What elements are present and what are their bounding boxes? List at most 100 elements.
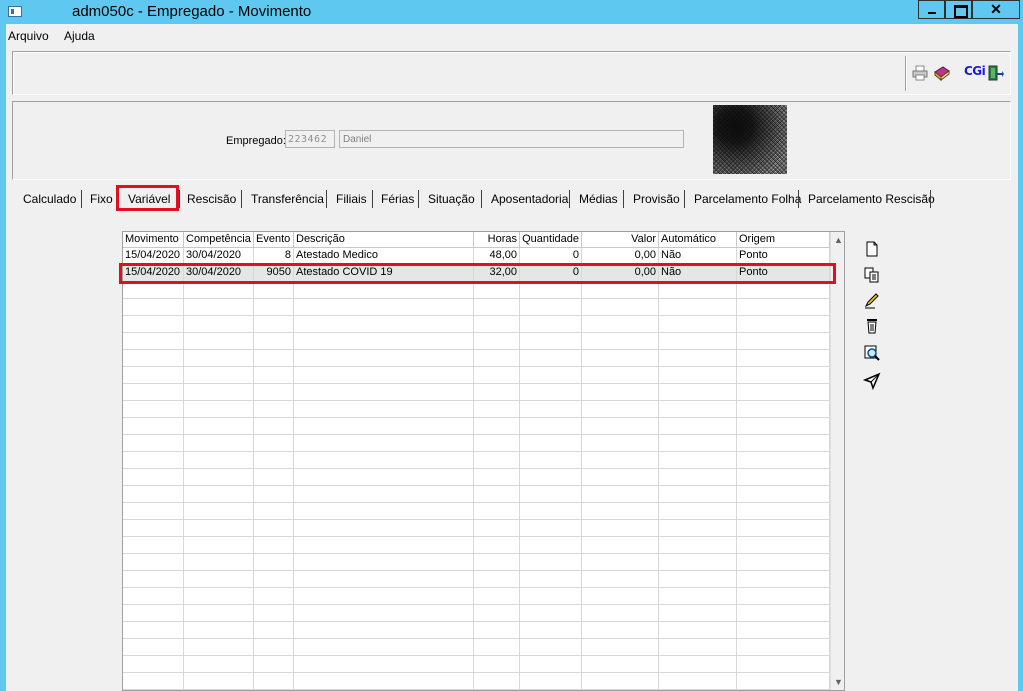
empty-cell: [737, 520, 830, 537]
employee-name-field[interactable]: Daniel: [339, 130, 684, 148]
empty-cell: [520, 401, 582, 418]
tab-filiais[interactable]: Filiais: [336, 190, 367, 208]
empty-cell: [474, 384, 520, 401]
new-document-icon[interactable]: [863, 240, 881, 258]
movement-grid[interactable]: Movimento Competência Evento Descrição H…: [122, 231, 845, 691]
empty-cell: [520, 452, 582, 469]
employee-code-field[interactable]: 223462: [285, 130, 335, 148]
column-header-movimento[interactable]: Movimento: [123, 232, 184, 248]
scroll-up-arrow-icon[interactable]: ▲: [831, 232, 844, 248]
empty-cell: [474, 486, 520, 503]
column-header-quantidade[interactable]: Quantidade: [520, 232, 582, 248]
empty-cell: [582, 299, 659, 316]
column-header-competencia[interactable]: Competência: [184, 232, 254, 248]
close-button[interactable]: ✕: [972, 0, 1020, 19]
book-icon[interactable]: [933, 64, 951, 82]
grid-header: Movimento Competência Evento Descrição H…: [123, 232, 830, 248]
empty-cell: [184, 316, 254, 333]
delete-trash-icon[interactable]: [863, 317, 881, 335]
exit-door-icon[interactable]: [986, 64, 1004, 82]
empty-table-row: [123, 656, 830, 673]
tab-separator: [418, 190, 419, 208]
empty-cell: [254, 469, 294, 486]
empty-cell: [184, 520, 254, 537]
printer-icon[interactable]: [911, 64, 929, 82]
empty-table-row: [123, 588, 830, 605]
empty-cell: [184, 554, 254, 571]
empty-cell: [254, 350, 294, 367]
empty-cell: [582, 554, 659, 571]
employee-panel: Empregado: 223462 Daniel: [12, 101, 1011, 180]
empty-cell: [737, 418, 830, 435]
tab-rescisao[interactable]: Rescisão: [187, 190, 236, 208]
tab-aposentadoria[interactable]: Aposentadoria: [491, 190, 568, 208]
empty-cell: [659, 384, 737, 401]
empty-cell: [123, 316, 184, 333]
tab-separator: [81, 190, 82, 208]
empty-cell: [254, 486, 294, 503]
column-header-valor[interactable]: Valor: [582, 232, 659, 248]
tab-fixo[interactable]: Fixo: [90, 190, 113, 208]
tab-parcelamento-folha[interactable]: Parcelamento Folha: [694, 190, 801, 208]
tab-calculado[interactable]: Calculado: [23, 190, 76, 208]
window-title: adm050c - Empregado - Movimento: [72, 3, 312, 20]
tab-situacao[interactable]: Situação: [428, 190, 475, 208]
tab-separator: [241, 190, 242, 208]
empty-cell: [582, 418, 659, 435]
empty-cell: [582, 486, 659, 503]
app-window-icon[interactable]: [8, 6, 22, 17]
tab-parcelamento-rescisao[interactable]: Parcelamento Rescisão: [808, 190, 935, 208]
vertical-scrollbar[interactable]: ▲ ▼: [830, 232, 844, 690]
empty-cell: [294, 605, 474, 622]
column-header-origem[interactable]: Origem: [737, 232, 830, 248]
empty-table-row: [123, 639, 830, 656]
column-header-automatico[interactable]: Automático: [659, 232, 737, 248]
minimize-button[interactable]: [918, 0, 945, 19]
column-header-descricao[interactable]: Descrição: [294, 232, 474, 248]
scroll-down-arrow-icon[interactable]: ▼: [831, 674, 844, 690]
empty-cell: [254, 520, 294, 537]
empty-table-row: [123, 537, 830, 554]
empty-cell: [474, 469, 520, 486]
menu-arquivo[interactable]: Arquivo: [8, 29, 49, 43]
empty-cell: [123, 418, 184, 435]
edit-pencil-icon[interactable]: [863, 291, 881, 309]
empty-cell: [294, 316, 474, 333]
empty-cell: [123, 656, 184, 673]
empty-cell: [659, 622, 737, 639]
empty-cell: [184, 622, 254, 639]
copy-icon[interactable]: [863, 266, 881, 284]
empty-cell: [659, 316, 737, 333]
empty-cell: [184, 452, 254, 469]
maximize-button[interactable]: [945, 0, 972, 19]
empty-cell: [520, 554, 582, 571]
empty-cell: [123, 554, 184, 571]
empty-cell: [184, 435, 254, 452]
empty-cell: [737, 384, 830, 401]
empty-cell: [737, 673, 830, 690]
tab-transferencia[interactable]: Transferência: [251, 190, 324, 208]
empty-cell: [582, 605, 659, 622]
tab-ferias[interactable]: Férias: [381, 190, 414, 208]
empty-cell: [474, 520, 520, 537]
empty-cell: [184, 384, 254, 401]
column-header-evento[interactable]: Evento: [254, 232, 294, 248]
tab-medias[interactable]: Médias: [579, 190, 618, 208]
tab-separator: [798, 190, 799, 208]
send-arrow-icon[interactable]: [863, 372, 881, 390]
column-header-horas[interactable]: Horas: [474, 232, 520, 248]
empty-cell: [254, 384, 294, 401]
menu-ajuda[interactable]: Ajuda: [64, 29, 95, 43]
empty-cell: [294, 537, 474, 554]
toolbar-panel: CGi: [12, 51, 1011, 95]
window-client-area: Arquivo Ajuda CGi Empregado: 223462 Dani…: [6, 24, 1018, 691]
empty-table-row: [123, 469, 830, 486]
tab-provisao[interactable]: Provisão: [633, 190, 680, 208]
search-zoom-icon[interactable]: [863, 344, 881, 362]
empty-cell: [582, 367, 659, 384]
tab-separator: [179, 190, 180, 208]
empty-cell: [659, 469, 737, 486]
empty-cell: [123, 401, 184, 418]
empty-table-row: [123, 401, 830, 418]
cgi-logo[interactable]: CGi: [964, 64, 986, 78]
